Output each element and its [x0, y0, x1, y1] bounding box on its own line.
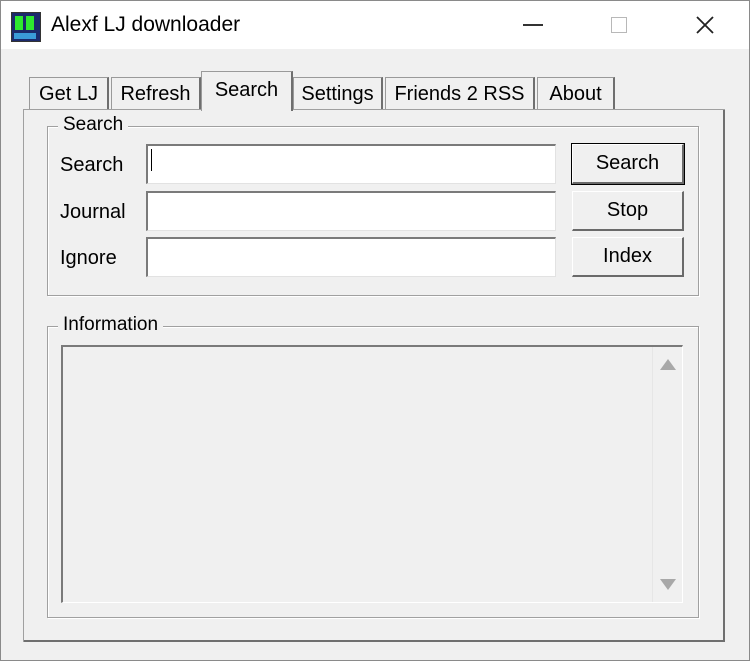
maximize-icon [611, 17, 627, 33]
close-icon [696, 16, 714, 34]
text-caret [151, 149, 152, 171]
window-title: Alexf LJ downloader [51, 13, 241, 36]
ignore-label: Ignore [60, 247, 117, 269]
tab-settings[interactable]: Settings [293, 77, 383, 109]
arrow-down-icon[interactable] [660, 579, 676, 590]
information-text-area[interactable] [61, 345, 683, 603]
tab-search[interactable]: Search [201, 71, 293, 111]
tab-friends-2-rss[interactable]: Friends 2 RSS [385, 77, 535, 109]
tab-refresh[interactable]: Refresh [111, 77, 201, 109]
vertical-scrollbar[interactable] [652, 347, 682, 602]
search-group-title: Search [58, 114, 129, 136]
index-button[interactable]: Index [572, 237, 684, 277]
maximize-button[interactable] [589, 1, 649, 49]
tab-get-lj[interactable]: Get LJ [29, 77, 109, 109]
stop-button[interactable]: Stop [572, 191, 684, 231]
app-icon[interactable] [11, 12, 41, 42]
search-label: Search [60, 154, 124, 176]
information-group-title: Information [58, 314, 164, 336]
close-button[interactable] [675, 1, 735, 49]
journal-label: Journal [60, 201, 126, 223]
minimize-button[interactable] [503, 1, 563, 49]
ignore-input[interactable] [146, 237, 556, 277]
journal-input[interactable] [146, 191, 556, 231]
arrow-up-icon[interactable] [660, 359, 676, 370]
search-button[interactable]: Search [571, 143, 685, 185]
app-window: Alexf LJ downloader Get LJ Refresh Searc… [0, 0, 750, 661]
title-bar[interactable]: Alexf LJ downloader [1, 1, 749, 49]
search-input[interactable] [146, 144, 556, 184]
tab-strip: Get LJ Refresh Search Settings Friends 2… [1, 71, 749, 111]
tab-about[interactable]: About [537, 77, 615, 109]
minimize-icon [523, 24, 543, 26]
